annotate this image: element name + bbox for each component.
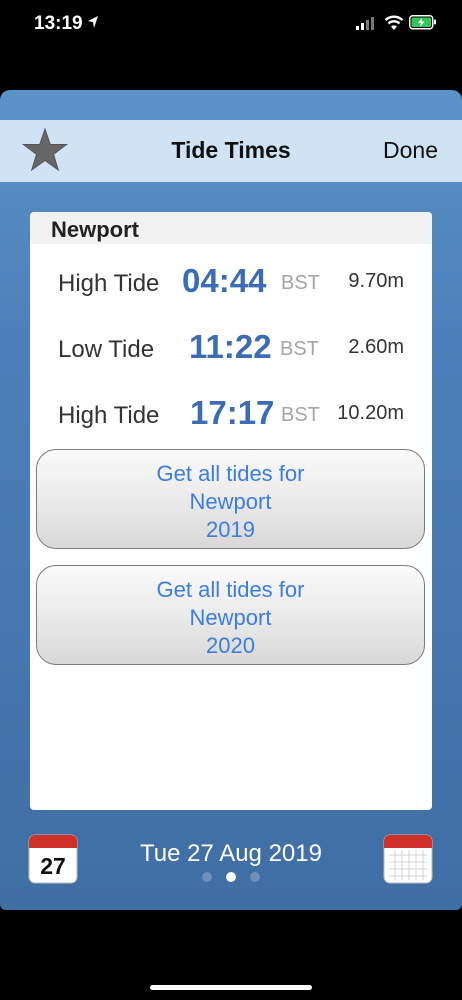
tide-time: 04:44: [182, 262, 267, 299]
tide-timezone: BST: [280, 338, 319, 360]
calendar-grid-icon: [383, 834, 433, 884]
wifi-icon: [384, 15, 404, 30]
status-bar: 13:19: [0, 0, 462, 50]
calendar-picker-button[interactable]: [383, 834, 433, 884]
status-time: 13:19: [34, 13, 83, 34]
tide-type: High Tide: [58, 402, 160, 429]
tide-row: High Tide 17:17 BST 10.20m: [30, 394, 432, 436]
location-header: Newport: [30, 212, 432, 244]
get-tides-2019-button[interactable]: Get all tides for Newport 2019: [36, 449, 425, 549]
location-name: Newport: [51, 217, 139, 242]
page-dot-active[interactable]: [226, 872, 236, 882]
tide-height: 9.70m: [348, 270, 404, 292]
tide-time: 11:22: [189, 328, 272, 365]
tide-row: High Tide 04:44 BST 9.70m: [30, 262, 432, 304]
get-tides-2020-button[interactable]: Get all tides for Newport 2020: [36, 565, 425, 665]
button-line: 2020: [206, 633, 255, 658]
location-arrow-icon: [88, 16, 98, 28]
button-line: Get all tides for: [156, 461, 305, 486]
page-dot[interactable]: [202, 872, 212, 882]
cellular-signal-icon: [356, 17, 374, 30]
page-dot[interactable]: [250, 872, 260, 882]
tide-time: 17:17: [190, 394, 275, 431]
home-indicator[interactable]: [150, 985, 312, 990]
page-indicator[interactable]: [202, 872, 262, 884]
button-line: Get all tides for: [156, 577, 305, 602]
tide-panel: Newport High Tide 04:44 BST 9.70m Low Ti…: [30, 212, 432, 810]
tide-type: Low Tide: [58, 336, 155, 363]
button-line: Newport: [189, 605, 272, 630]
done-button[interactable]: Done: [383, 137, 438, 164]
tide-type: High Tide: [58, 270, 160, 297]
tide-timezone: BST: [281, 404, 320, 426]
tide-row: Low Tide 11:22 BST 2.60m: [30, 328, 432, 370]
navigation-bar: Tide Times Done: [0, 120, 462, 182]
tide-height: 2.60m: [348, 336, 404, 358]
tide-timezone: BST: [281, 272, 320, 294]
battery-charging-icon: [409, 15, 436, 30]
tide-card: Tide Times Done Newport High Tide 04:44 …: [0, 90, 462, 910]
button-line: Newport: [189, 489, 272, 514]
button-line: 2019: [206, 517, 255, 542]
tide-height: 10.20m: [337, 402, 404, 424]
